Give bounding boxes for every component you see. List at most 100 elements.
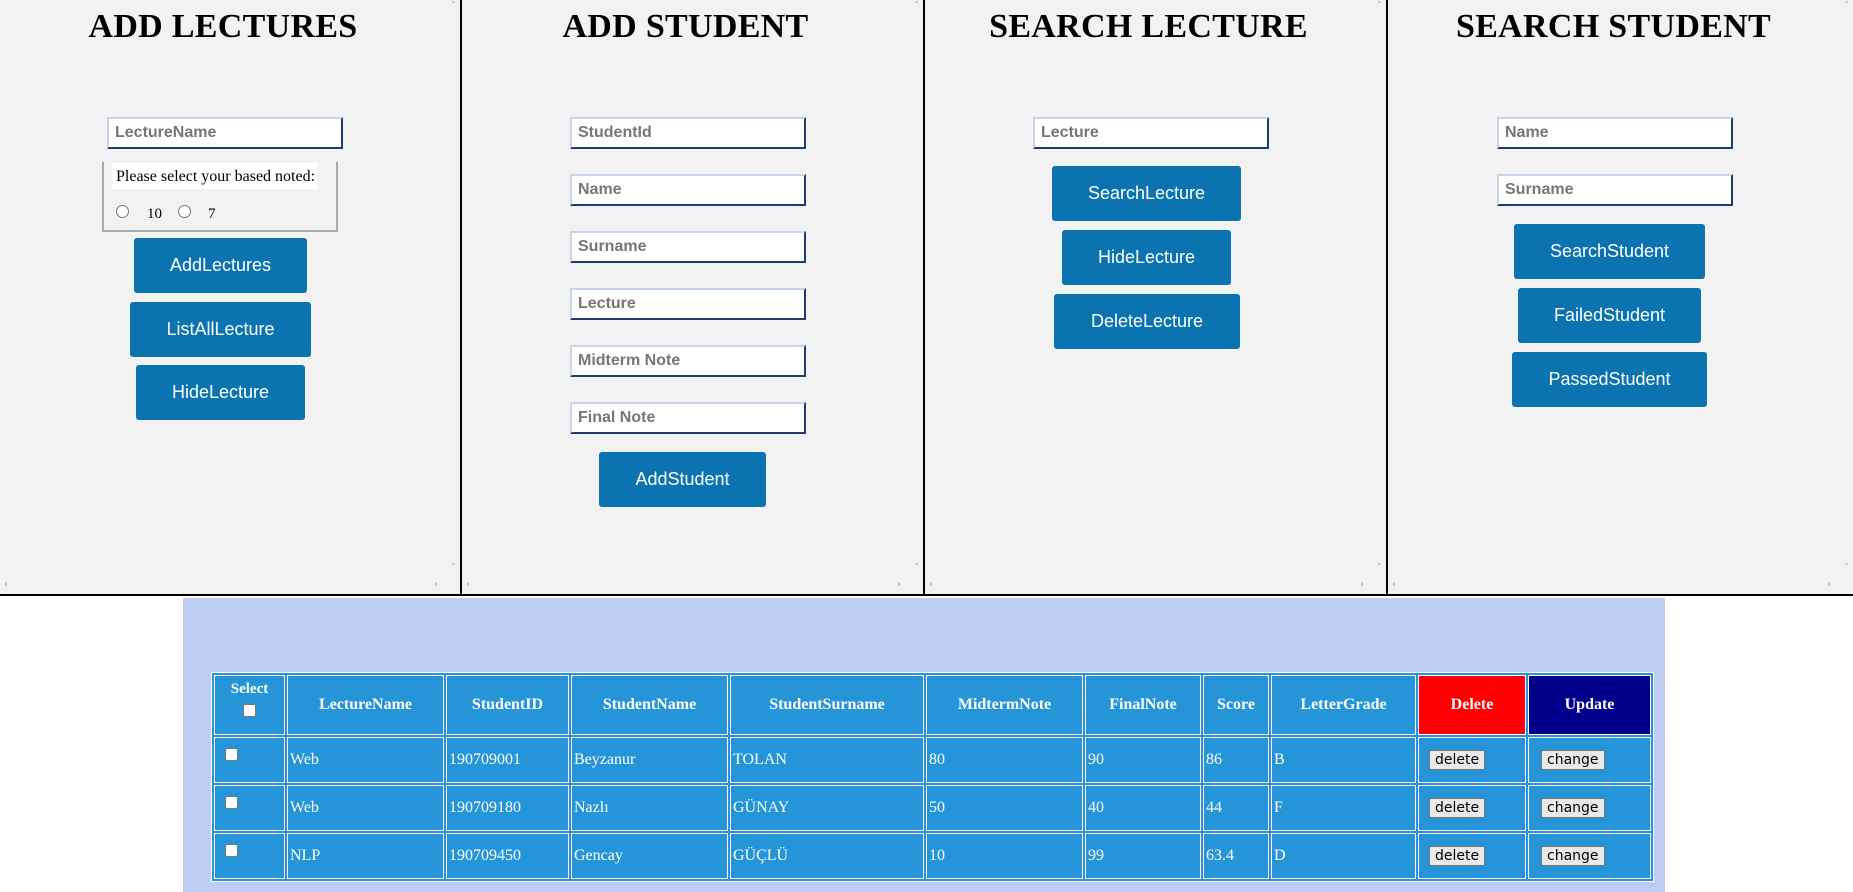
header-letter-grade: LetterGrade bbox=[1271, 675, 1416, 735]
student-lecture-input[interactable] bbox=[570, 288, 806, 320]
header-lecture-name: LectureName bbox=[287, 675, 444, 735]
change-row-button[interactable]: change bbox=[1541, 846, 1605, 866]
search-lecture-input[interactable] bbox=[1033, 117, 1269, 149]
scroll-right-arrow[interactable]: › bbox=[1827, 580, 1831, 590]
cell-score: 86 bbox=[1203, 737, 1269, 783]
table-row: Web 190709180 Nazlı GÜNAY 50 40 44 F del… bbox=[214, 785, 1651, 831]
cell-score: 63.4 bbox=[1203, 833, 1269, 879]
delete-row-button[interactable]: delete bbox=[1429, 750, 1486, 770]
hide-lecture-button[interactable]: HideLecture bbox=[1062, 230, 1231, 285]
cell-midterm-note: 80 bbox=[926, 737, 1083, 783]
add-lectures-panel[interactable]: ADD LECTURES Please select your based no… bbox=[0, 0, 462, 596]
row-select-cell bbox=[214, 833, 285, 879]
cell-final-note: 99 bbox=[1085, 833, 1201, 879]
final-note-input[interactable] bbox=[570, 402, 806, 434]
failed-student-button[interactable]: FailedStudent bbox=[1518, 288, 1701, 343]
cell-delete: delete bbox=[1418, 785, 1526, 831]
cell-update: change bbox=[1528, 737, 1651, 783]
scroll-right-arrow[interactable]: › bbox=[434, 580, 438, 590]
scroll-left-arrow[interactable]: ‹ bbox=[466, 580, 470, 590]
midterm-note-input[interactable] bbox=[570, 345, 806, 377]
select-all-checkbox[interactable] bbox=[243, 703, 256, 717]
search-lecture-button[interactable]: SearchLecture bbox=[1052, 166, 1241, 221]
header-student-name: StudentName bbox=[571, 675, 728, 735]
passed-student-button[interactable]: PassedStudent bbox=[1512, 352, 1707, 407]
cell-student-surname: GÜNAY bbox=[730, 785, 924, 831]
based-note-legend: Please select your based noted: bbox=[112, 163, 318, 189]
row-select-cell bbox=[214, 737, 285, 783]
cell-final-note: 90 bbox=[1085, 737, 1201, 783]
header-student-id: StudentID bbox=[446, 675, 569, 735]
cell-score: 44 bbox=[1203, 785, 1269, 831]
cell-student-surname: TOLAN bbox=[730, 737, 924, 783]
change-row-button[interactable]: change bbox=[1541, 750, 1605, 770]
cell-letter-grade: D bbox=[1271, 833, 1416, 879]
radio-10-label: 10 bbox=[147, 206, 162, 222]
radio-7[interactable] bbox=[178, 205, 191, 218]
change-row-button[interactable]: change bbox=[1541, 798, 1605, 818]
scroll-left-arrow[interactable]: ‹ bbox=[1392, 580, 1396, 590]
scroll-down-arrow[interactable]: ˇ bbox=[1844, 564, 1849, 574]
student-name-input[interactable] bbox=[570, 174, 806, 206]
cell-lecture-name: Web bbox=[287, 785, 444, 831]
cell-lecture-name: Web bbox=[287, 737, 444, 783]
row-checkbox[interactable] bbox=[225, 748, 238, 761]
hide-lecture-button[interactable]: HideLecture bbox=[136, 365, 305, 420]
cell-student-name: Beyzanur bbox=[571, 737, 728, 783]
delete-row-button[interactable]: delete bbox=[1429, 798, 1486, 818]
cell-midterm-note: 50 bbox=[926, 785, 1083, 831]
scroll-up-arrow[interactable]: ˆ bbox=[914, 2, 919, 12]
cell-letter-grade: F bbox=[1271, 785, 1416, 831]
add-student-title: ADD STUDENT bbox=[562, 8, 809, 45]
cell-student-id: 190709450 bbox=[446, 833, 569, 879]
cell-student-id: 190709180 bbox=[446, 785, 569, 831]
scroll-up-arrow[interactable]: ˆ bbox=[451, 2, 456, 12]
scroll-up-arrow[interactable]: ˆ bbox=[1377, 2, 1382, 12]
grades-table: Select LectureName StudentID StudentName… bbox=[211, 672, 1654, 882]
cell-midterm-note: 10 bbox=[926, 833, 1083, 879]
cell-delete: delete bbox=[1418, 737, 1526, 783]
panels-container: ADD LECTURES Please select your based no… bbox=[0, 0, 1853, 598]
header-midterm-note: MidtermNote bbox=[926, 675, 1083, 735]
scroll-left-arrow[interactable]: ‹ bbox=[929, 580, 933, 590]
row-checkbox[interactable] bbox=[225, 796, 238, 809]
cell-final-note: 40 bbox=[1085, 785, 1201, 831]
search-lecture-panel[interactable]: SEARCH LECTURE SearchLecture HideLecture… bbox=[925, 0, 1388, 596]
cell-lecture-name: NLP bbox=[287, 833, 444, 879]
add-student-panel[interactable]: ADD STUDENT AddStudent ˆ ˇ ‹ › bbox=[462, 0, 925, 596]
scroll-left-arrow[interactable]: ‹ bbox=[4, 580, 8, 590]
cell-student-id: 190709001 bbox=[446, 737, 569, 783]
lecture-name-input[interactable] bbox=[107, 117, 343, 149]
table-row: NLP 190709450 Gencay GÜÇLÜ 10 99 63.4 D … bbox=[214, 833, 1651, 879]
scroll-down-arrow[interactable]: ˇ bbox=[914, 564, 919, 574]
header-score: Score bbox=[1203, 675, 1269, 735]
scroll-down-arrow[interactable]: ˇ bbox=[451, 564, 456, 574]
header-delete: Delete bbox=[1418, 675, 1526, 735]
cell-update: change bbox=[1528, 785, 1651, 831]
cell-letter-grade: B bbox=[1271, 737, 1416, 783]
scroll-right-arrow[interactable]: › bbox=[1360, 580, 1364, 590]
header-final-note: FinalNote bbox=[1085, 675, 1201, 735]
delete-row-button[interactable]: delete bbox=[1429, 846, 1486, 866]
header-update: Update bbox=[1528, 675, 1651, 735]
scroll-down-arrow[interactable]: ˇ bbox=[1377, 564, 1382, 574]
student-id-input[interactable] bbox=[570, 117, 806, 149]
scroll-right-arrow[interactable]: › bbox=[897, 580, 901, 590]
radio-10[interactable] bbox=[116, 205, 129, 218]
cell-student-name: Gencay bbox=[571, 833, 728, 879]
search-student-button[interactable]: SearchStudent bbox=[1514, 224, 1705, 279]
delete-lecture-button[interactable]: DeleteLecture bbox=[1054, 294, 1240, 349]
list-all-lecture-button[interactable]: ListAllLecture bbox=[130, 302, 311, 357]
add-lectures-button[interactable]: AddLectures bbox=[134, 238, 307, 293]
table-header-row: Select LectureName StudentID StudentName… bbox=[214, 675, 1651, 735]
search-student-panel[interactable]: SEARCH STUDENT SearchStudent FailedStude… bbox=[1388, 0, 1853, 596]
cell-update: change bbox=[1528, 833, 1651, 879]
add-student-button[interactable]: AddStudent bbox=[599, 452, 766, 507]
student-surname-input[interactable] bbox=[570, 231, 806, 263]
scroll-up-arrow[interactable]: ˆ bbox=[1844, 2, 1849, 12]
search-name-input[interactable] bbox=[1497, 117, 1733, 149]
cell-delete: delete bbox=[1418, 833, 1526, 879]
row-checkbox[interactable] bbox=[225, 844, 238, 857]
radio-7-label: 7 bbox=[208, 206, 216, 222]
search-surname-input[interactable] bbox=[1497, 174, 1733, 206]
